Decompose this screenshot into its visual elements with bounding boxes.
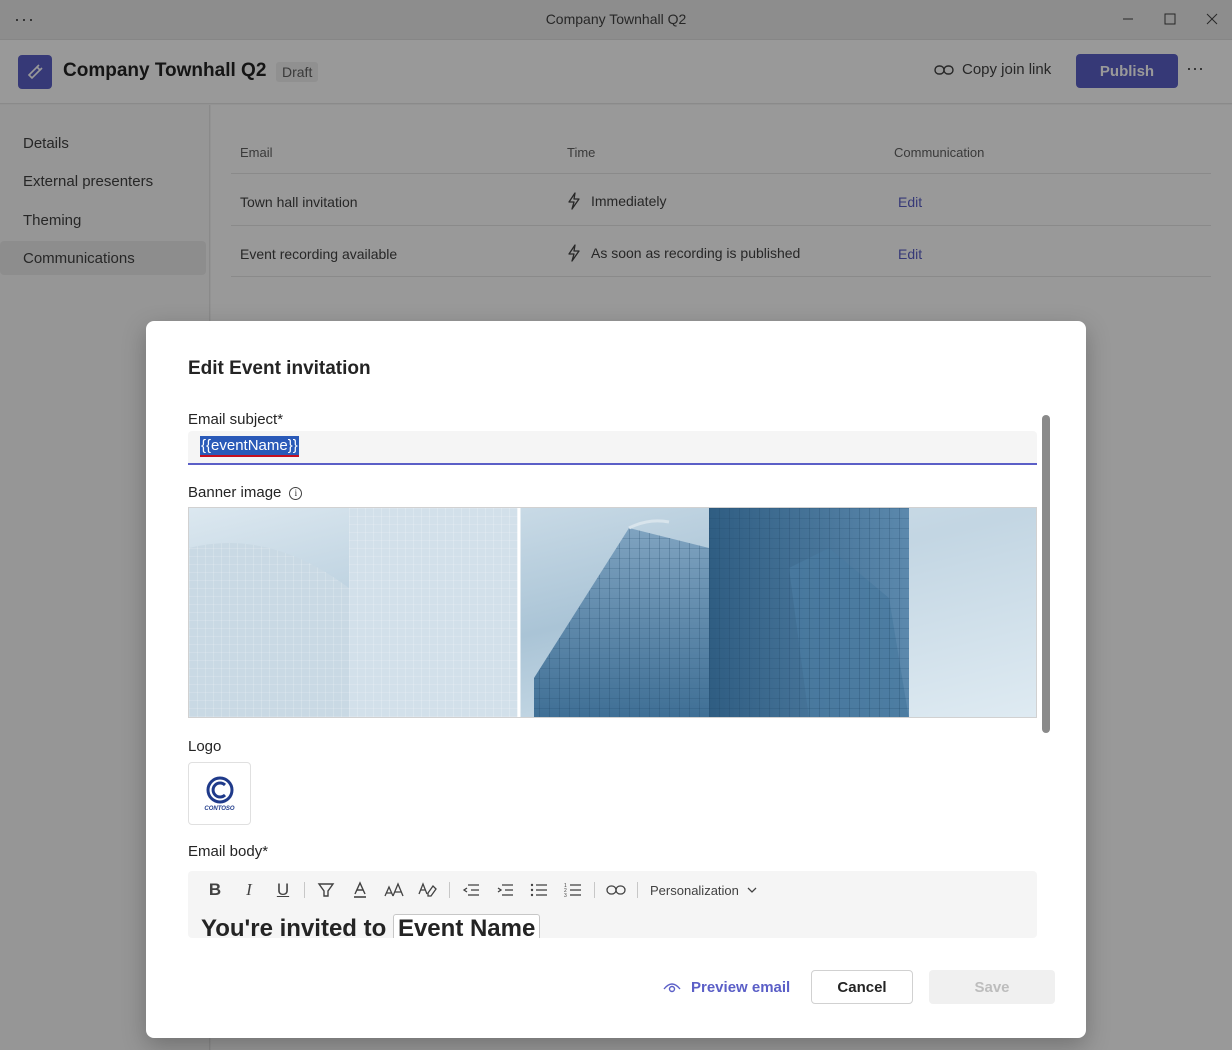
personalization-label: Personalization xyxy=(650,882,739,898)
edit-invitation-dialog: Edit Event invitation Email subject* {{e… xyxy=(146,321,1086,1038)
bold-icon[interactable]: B xyxy=(198,875,232,905)
banner-image-label-text: Banner image xyxy=(188,484,282,501)
preview-email-label: Preview email xyxy=(691,979,791,996)
formatting-toolbar: B I U 1 2 3 Personalization xyxy=(188,871,1037,909)
email-subject-input[interactable]: {{eventName}} xyxy=(188,431,1037,465)
clear-formatting-icon[interactable] xyxy=(411,875,445,905)
email-subject-value: {{eventName}} xyxy=(200,436,299,457)
email-body-editor[interactable]: B I U 1 2 3 Personalization You're invit… xyxy=(188,871,1037,938)
insert-link-icon[interactable] xyxy=(599,875,633,905)
logo-image[interactable]: CONTOSO xyxy=(188,762,251,825)
preview-email-button[interactable]: Preview email xyxy=(663,979,790,996)
info-icon[interactable]: i xyxy=(289,486,303,500)
underline-icon[interactable]: U xyxy=(266,875,300,905)
increase-indent-icon[interactable] xyxy=(488,875,522,905)
dialog-title: Edit Event invitation xyxy=(188,358,371,379)
personalization-dropdown[interactable]: Personalization xyxy=(650,883,757,898)
toolbar-divider xyxy=(304,882,305,898)
cancel-button[interactable]: Cancel xyxy=(811,970,913,1004)
bulleted-list-icon[interactable] xyxy=(522,875,556,905)
email-body-content[interactable]: You're invited to Event Name xyxy=(201,914,541,938)
save-button[interactable]: Save xyxy=(929,970,1055,1004)
event-name-token[interactable]: Event Name xyxy=(392,914,541,938)
email-body-label: Email body* xyxy=(188,843,269,860)
logo-label: Logo xyxy=(188,738,222,755)
toolbar-divider xyxy=(449,882,450,898)
svg-text:3: 3 xyxy=(564,893,567,898)
email-body-text: You're invited to xyxy=(201,915,387,938)
italic-icon[interactable]: I xyxy=(232,875,266,905)
chevron-down-icon xyxy=(747,887,757,893)
numbered-list-icon[interactable]: 123 xyxy=(556,875,590,905)
decrease-indent-icon[interactable] xyxy=(454,875,488,905)
banner-image-label: Banner image i xyxy=(188,484,303,501)
font-size-icon[interactable] xyxy=(377,875,411,905)
toolbar-divider xyxy=(594,882,595,898)
banner-image[interactable] xyxy=(188,507,1037,718)
font-color-icon[interactable] xyxy=(343,875,377,905)
logo-text: CONTOSO xyxy=(204,805,235,812)
contoso-logo-icon xyxy=(206,776,233,803)
highlight-icon[interactable] xyxy=(309,875,343,905)
toolbar-divider xyxy=(637,882,638,898)
eye-icon xyxy=(663,982,681,992)
email-subject-label: Email subject* xyxy=(188,411,284,428)
dialog-scrollbar[interactable] xyxy=(1042,415,1050,733)
